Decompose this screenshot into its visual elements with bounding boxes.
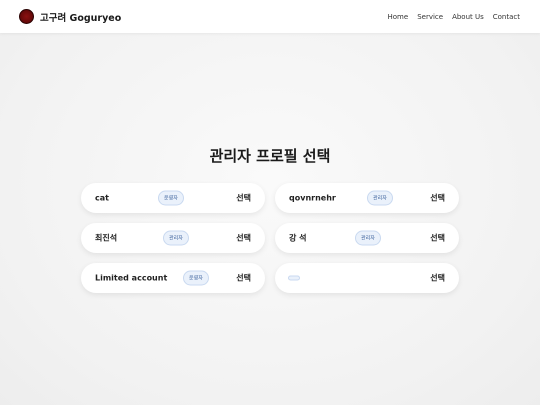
nav-home[interactable]: Home [388,13,409,21]
role-badge: 운영자 [158,190,184,206]
profile-name: cat [95,193,109,203]
profile-card[interactable]: cat 운영자 선택 [81,183,265,213]
select-button[interactable]: 선택 [236,273,251,284]
role-badge: 관리자 [355,230,381,246]
select-button[interactable]: 선택 [236,193,251,204]
page-title: 관리자 프로필 선택 [209,147,331,165]
select-button[interactable]: 선택 [236,233,251,244]
role-badge: 운영자 [183,270,209,286]
profile-name: Limited account [95,273,168,283]
profile-card[interactable]: Limited account 운영자 선택 [81,263,265,293]
profile-name: 강 석 [289,233,307,243]
red-circle-logo-icon [19,9,34,24]
brand[interactable]: 고구려 Goguryeo [19,9,121,24]
role-badge [288,275,300,281]
brand-name: 고구려 Goguryeo [40,12,122,24]
nav-service[interactable]: Service [417,13,443,21]
profile-card[interactable]: 선택 [275,263,459,293]
profile-card[interactable]: qovnrnehr 관리자 선택 [275,183,459,213]
profile-grid: cat 운영자 선택 qovnrnehr 관리자 선택 최진석 관리자 선택 강… [81,183,459,293]
profile-name: 최진석 [95,233,118,243]
navbar: 고구려 Goguryeo Home Service About Us Conta… [0,0,540,33]
select-button[interactable]: 선택 [430,273,445,284]
profile-card[interactable]: 최진석 관리자 선택 [81,223,265,253]
select-button[interactable]: 선택 [430,233,445,244]
nav-about-us[interactable]: About Us [452,13,484,21]
profile-name: qovnrnehr [289,193,336,203]
main-nav: Home Service About Us Contact [388,13,520,21]
profile-card[interactable]: 강 석 관리자 선택 [275,223,459,253]
role-badge: 관리자 [367,190,393,206]
nav-contact[interactable]: Contact [493,13,520,21]
role-badge: 관리자 [163,230,189,246]
select-button[interactable]: 선택 [430,193,445,204]
